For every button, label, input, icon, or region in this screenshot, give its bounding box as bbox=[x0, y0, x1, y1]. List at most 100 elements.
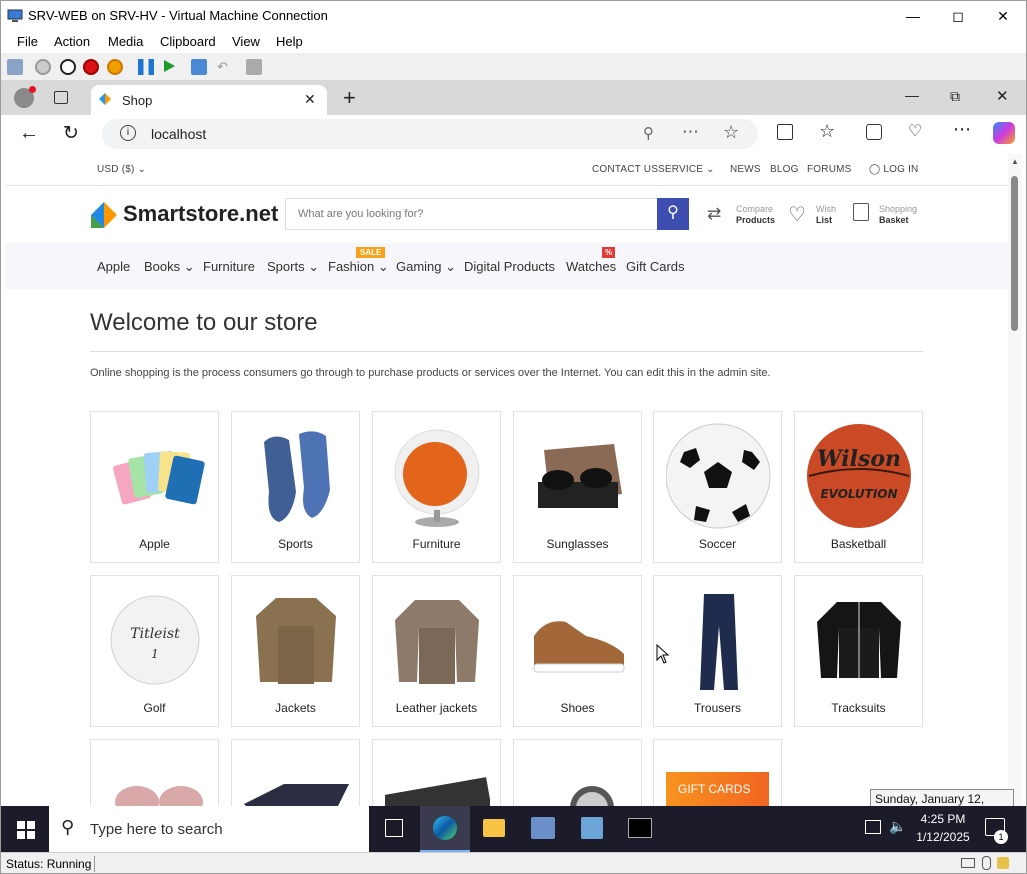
split-screen-icon[interactable] bbox=[777, 124, 793, 140]
category-tile-shoes[interactable]: Shoes bbox=[513, 575, 642, 727]
minimize-button[interactable]: — bbox=[890, 1, 936, 31]
page-scrollbar[interactable]: ▲ bbox=[1008, 154, 1022, 806]
file-explorer-icon[interactable] bbox=[483, 819, 505, 837]
forums-link[interactable]: FORUMS bbox=[807, 164, 852, 175]
nav-gaming[interactable]: Gaming ⌄ bbox=[396, 259, 456, 275]
category-tile-gift-cards-partial[interactable]: GIFT CARDS bbox=[653, 739, 782, 806]
menu-file[interactable]: File bbox=[17, 34, 38, 49]
task-view-icon[interactable] bbox=[385, 819, 403, 837]
enhanced-session-icon[interactable] bbox=[246, 59, 262, 75]
nav-sports[interactable]: Sports ⌄ bbox=[267, 259, 319, 275]
ctrl-alt-del-icon[interactable] bbox=[7, 59, 23, 75]
browser-restore-button[interactable]: ⧉ bbox=[950, 88, 960, 105]
menu-clipboard[interactable]: Clipboard bbox=[160, 34, 216, 49]
category-tile-sports[interactable]: Sports bbox=[231, 411, 360, 563]
menu-help[interactable]: Help bbox=[276, 34, 303, 49]
nav-books[interactable]: Books ⌄ bbox=[144, 259, 195, 275]
refresh-button[interactable]: ↻ bbox=[63, 122, 79, 145]
category-tile-watches-partial[interactable] bbox=[513, 739, 642, 806]
tab-close-icon[interactable]: ✕ bbox=[304, 91, 316, 108]
category-tile-furniture[interactable]: Furniture bbox=[372, 411, 501, 563]
revert-icon[interactable]: ↶ bbox=[217, 59, 233, 75]
soccer-ball-image bbox=[666, 423, 771, 529]
taskbar-edge[interactable] bbox=[420, 806, 470, 852]
clock-date[interactable]: 1/12/2025 bbox=[915, 830, 971, 844]
category-tile-trousers[interactable]: Trousers bbox=[653, 575, 782, 727]
nav-digital-products[interactable]: Digital Products bbox=[464, 259, 555, 274]
start-icon[interactable] bbox=[35, 59, 51, 75]
taskbar-search-box[interactable]: ⚲ Type here to search bbox=[49, 806, 369, 852]
nav-watches[interactable]: Watches bbox=[566, 259, 616, 274]
favorite-star-icon[interactable]: ☆ bbox=[723, 122, 739, 143]
category-tile-glasses-partial[interactable] bbox=[90, 739, 219, 806]
nav-gift-cards[interactable]: Gift Cards bbox=[626, 259, 685, 274]
site-info-icon[interactable]: i bbox=[120, 125, 136, 141]
browser-essentials-icon[interactable]: ♡ bbox=[908, 121, 922, 141]
maximize-button[interactable]: ◻ bbox=[935, 1, 981, 31]
news-link[interactable]: NEWS bbox=[730, 164, 761, 175]
network-icon[interactable] bbox=[865, 820, 881, 834]
clock-time[interactable]: 4:25 PM bbox=[915, 812, 971, 826]
save-icon[interactable] bbox=[107, 59, 123, 75]
nav-furniture[interactable]: Furniture bbox=[203, 259, 255, 274]
currency-selector[interactable]: USD ($) ⌄ bbox=[97, 164, 146, 175]
hyper-v-icon[interactable] bbox=[581, 817, 603, 839]
menu-media[interactable]: Media bbox=[108, 34, 143, 49]
back-button[interactable]: ← bbox=[19, 122, 39, 145]
wish-list[interactable]: ♡ Wish List bbox=[788, 202, 848, 228]
tab-shop[interactable]: Shop ✕ bbox=[91, 85, 327, 115]
category-tile-console-partial[interactable] bbox=[231, 739, 360, 806]
category-tile-basketball[interactable]: Wilson EVOLUTION Basketball bbox=[794, 411, 923, 563]
volume-muted-icon[interactable]: 🔈 bbox=[889, 818, 906, 835]
resume-icon[interactable] bbox=[161, 58, 177, 74]
category-tile-soccer[interactable]: Soccer bbox=[653, 411, 782, 563]
profile-badge bbox=[29, 86, 36, 93]
service-menu[interactable]: SERVICE ⌄ bbox=[658, 164, 715, 175]
command-prompt-icon[interactable] bbox=[628, 818, 652, 838]
settings-more-icon[interactable]: ⋯ bbox=[953, 119, 971, 140]
nav-fashion[interactable]: Fashion ⌄ bbox=[328, 259, 389, 275]
tile-label: Tracksuits bbox=[831, 701, 886, 715]
nav-apple[interactable]: Apple bbox=[97, 259, 130, 274]
scrollbar-thumb[interactable] bbox=[1011, 176, 1018, 331]
contact-us-link[interactable]: CONTACT US bbox=[592, 164, 658, 175]
login-link[interactable]: ◯ LOG IN bbox=[869, 164, 918, 175]
shutdown-icon[interactable] bbox=[83, 59, 99, 75]
new-tab-button[interactable]: + bbox=[343, 85, 356, 111]
favorites-icon[interactable]: ☆ bbox=[819, 121, 835, 142]
address-box[interactable]: i localhost ⚲ ⋯ ☆ bbox=[102, 119, 758, 149]
browser-minimize-button[interactable]: — bbox=[905, 87, 919, 103]
reading-icon[interactable]: ⋯ bbox=[682, 122, 699, 142]
category-tile-golf[interactable]: Titleist 1 Golf bbox=[90, 575, 219, 727]
browser-close-button[interactable]: ✕ bbox=[996, 87, 1009, 105]
store-logo-text[interactable]: Smartstore.net bbox=[123, 201, 278, 227]
notification-count: 1 bbox=[994, 830, 1008, 844]
turn-off-icon[interactable] bbox=[60, 59, 76, 75]
zoom-icon[interactable]: ⚲ bbox=[643, 124, 654, 142]
smartstore-favicon bbox=[99, 93, 111, 105]
shopping-basket[interactable]: Shopping Basket bbox=[853, 202, 925, 228]
category-tile-jackets[interactable]: Jackets bbox=[231, 575, 360, 727]
compare-products[interactable]: ⇄ Compare Products bbox=[707, 202, 779, 228]
copilot-icon[interactable] bbox=[993, 122, 1015, 144]
scroll-up-icon[interactable]: ▲ bbox=[1011, 157, 1019, 166]
collections-icon[interactable] bbox=[866, 124, 882, 140]
server-manager-icon[interactable] bbox=[531, 817, 555, 839]
checkpoint-icon[interactable] bbox=[191, 59, 207, 75]
search-box[interactable]: What are you looking for? ⚲ bbox=[285, 198, 689, 230]
mouse-cursor-icon bbox=[656, 644, 670, 664]
blog-link[interactable]: BLOG bbox=[770, 164, 799, 175]
url-text[interactable]: localhost bbox=[151, 126, 206, 142]
category-tile-leather-jackets[interactable]: Leather jackets bbox=[372, 575, 501, 727]
category-tile-film-partial[interactable] bbox=[372, 739, 501, 806]
category-tile-sunglasses[interactable]: Sunglasses bbox=[513, 411, 642, 563]
pause-icon[interactable] bbox=[138, 59, 154, 75]
close-button[interactable]: ✕ bbox=[980, 1, 1026, 31]
category-tile-apple[interactable]: Apple bbox=[90, 411, 219, 563]
windows-start-icon[interactable] bbox=[17, 821, 35, 839]
search-button[interactable]: ⚲ bbox=[657, 198, 689, 230]
menu-view[interactable]: View bbox=[232, 34, 260, 49]
menu-action[interactable]: Action bbox=[54, 34, 90, 49]
tab-actions-icon[interactable] bbox=[54, 91, 68, 104]
category-tile-tracksuits[interactable]: Tracksuits bbox=[794, 575, 923, 727]
